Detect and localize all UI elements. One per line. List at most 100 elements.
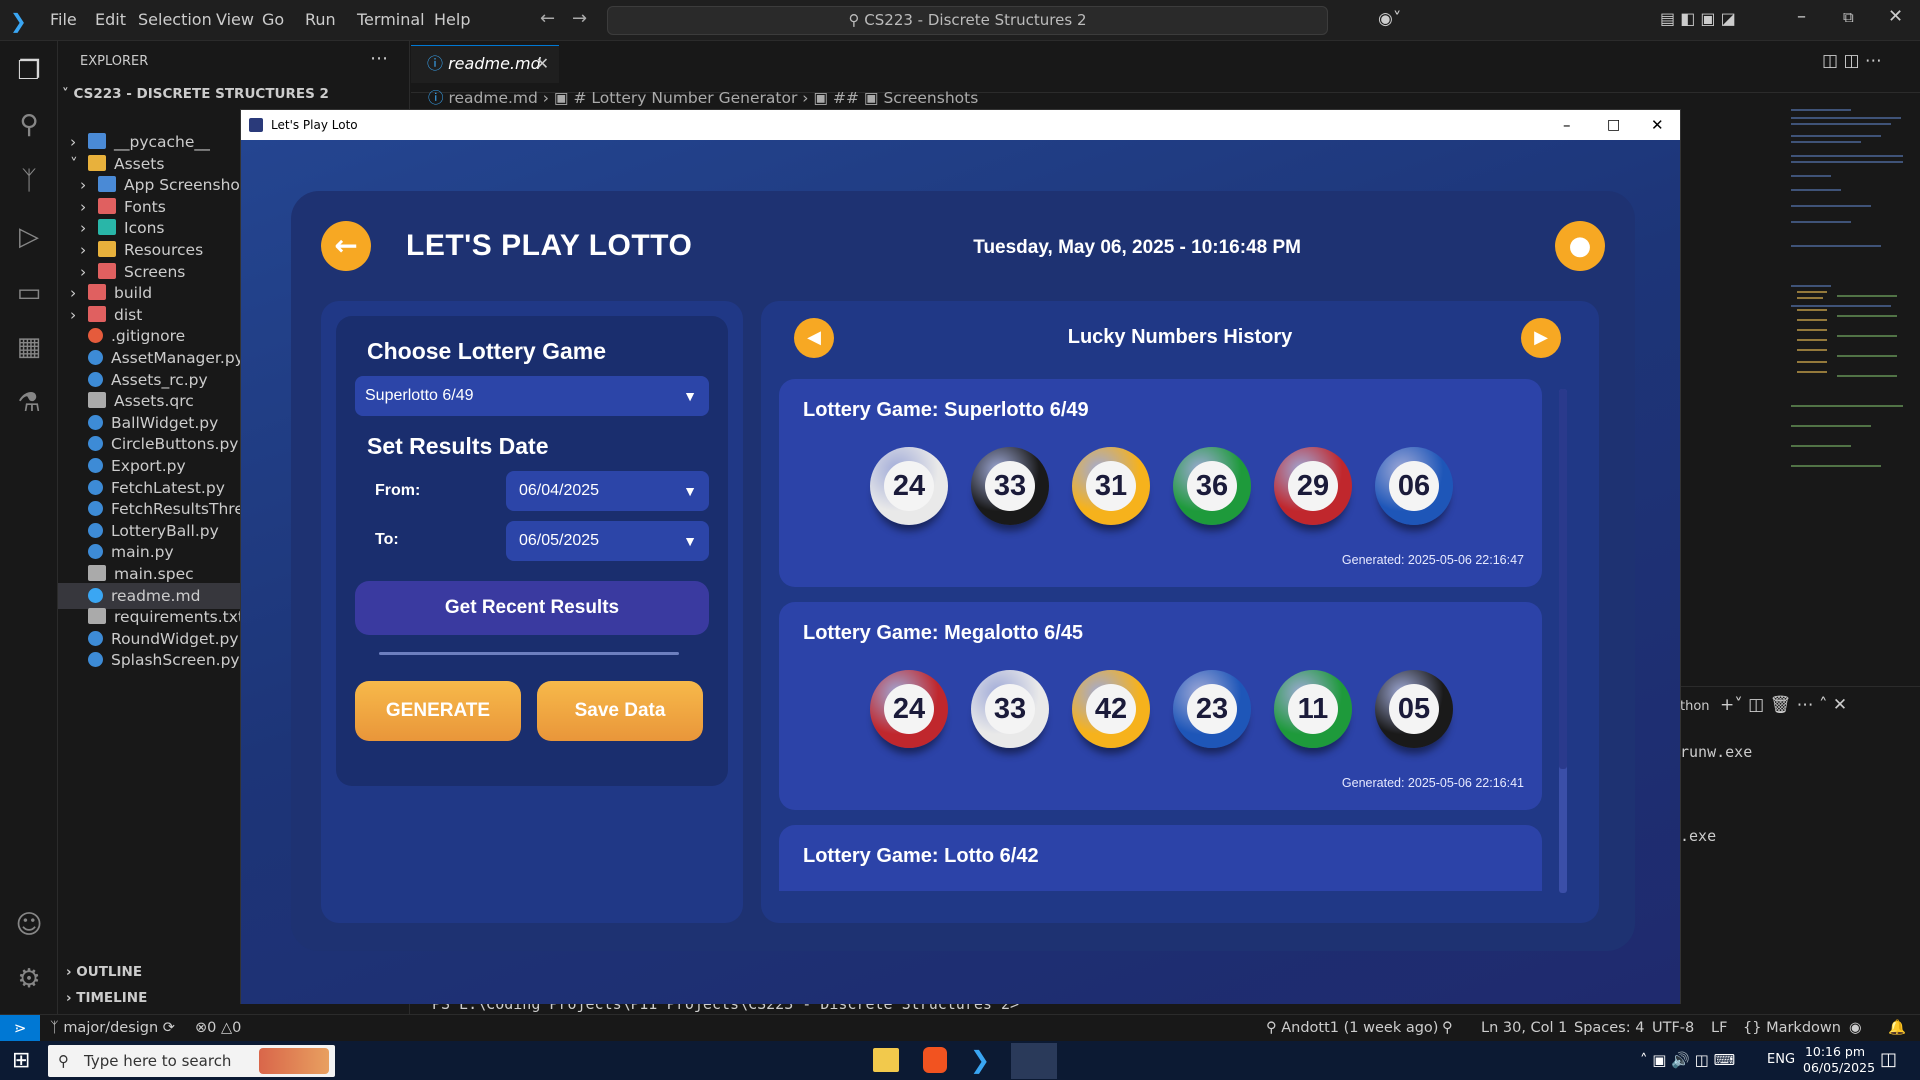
workspace-root[interactable]: ˅ CS223 - DISCRETE STRUCTURES 2 bbox=[62, 86, 329, 102]
file-tree-label: FetchResultsThre bbox=[111, 500, 244, 519]
windows-start-icon[interactable]: ⊞ bbox=[12, 1048, 30, 1073]
timeline-label: TIMELINE bbox=[76, 990, 148, 1006]
history-list[interactable]: Lottery Game: Superlotto 6/49 24 33 31 36 29 0… bbox=[779, 379, 1569, 891]
clock[interactable]: 10:16 pm 06/05/2025 bbox=[1803, 1044, 1875, 1076]
remote-explorer-icon[interactable]: ▭ bbox=[13, 277, 45, 309]
run-debug-icon[interactable]: ▷ bbox=[13, 221, 45, 253]
app-close-icon[interactable]: ✕ bbox=[1651, 110, 1664, 140]
file-explorer-icon[interactable] bbox=[873, 1048, 899, 1072]
generate-button[interactable]: GENERATE bbox=[355, 681, 521, 741]
language-indicator[interactable]: ENG bbox=[1767, 1052, 1795, 1067]
save-data-button[interactable]: Save Data bbox=[537, 681, 703, 741]
menu-item-run[interactable]: Run bbox=[305, 10, 336, 29]
outline-section[interactable]: › OUTLINE bbox=[66, 964, 142, 980]
minimap[interactable] bbox=[1787, 105, 1907, 485]
python-file-icon bbox=[88, 544, 103, 560]
breadcrumb-item[interactable]: readme.md bbox=[448, 89, 537, 107]
python-file-icon bbox=[88, 458, 103, 473]
tab-readme[interactable]: ⓘ readme.md ✕ bbox=[411, 45, 559, 83]
breadcrumb-item[interactable]: # Lottery Number Generator bbox=[573, 89, 797, 107]
app-body: ← LET'S PLAY LOTTO Tuesday, May 06, 2025… bbox=[241, 140, 1680, 1004]
file-tree-label: Assets.qrc bbox=[114, 392, 194, 411]
outline-label: OUTLINE bbox=[76, 964, 143, 980]
folder-icon bbox=[98, 219, 116, 236]
source-control-icon[interactable]: ᛉ bbox=[13, 165, 45, 197]
extensions-icon[interactable]: ▦ bbox=[13, 331, 45, 363]
copilot-icon[interactable]: ◉˅ bbox=[1378, 9, 1401, 29]
history-card-title: Lottery Game: Lotto 6/42 bbox=[803, 845, 1039, 867]
problems-indicator[interactable]: ⊗0 △0 bbox=[195, 1015, 241, 1042]
lottery-app-taskbar-icon[interactable] bbox=[1011, 1043, 1057, 1079]
python-file-icon bbox=[88, 652, 103, 668]
vscode-taskbar-icon[interactable]: ❯ bbox=[970, 1046, 990, 1074]
generated-timestamp: Generated: 2025-05-06 22:16:47 bbox=[1341, 553, 1524, 567]
restore-icon[interactable]: ⧉ bbox=[1843, 8, 1854, 26]
testing-icon[interactable]: ⚗ bbox=[13, 387, 45, 419]
lottery-ball-number: 33 bbox=[985, 461, 1035, 511]
breadcrumb-item[interactable]: Screenshots bbox=[883, 89, 978, 107]
app-maximize-icon[interactable]: □ bbox=[1607, 110, 1620, 140]
to-date-picker[interactable]: 06/05/2025 ▼ bbox=[506, 521, 709, 561]
indentation[interactable]: Spaces: 4 bbox=[1574, 1015, 1644, 1042]
layout-controls[interactable]: ▤ ◧ ▣ ◪ bbox=[1660, 9, 1736, 28]
language-mode[interactable]: {} Markdown bbox=[1743, 1015, 1841, 1042]
close-tab-icon[interactable]: ✕ bbox=[536, 46, 549, 82]
file-tree-label: Export.py bbox=[111, 457, 186, 475]
tray-icons[interactable]: ˄ ▣ 🔊 ◫ ⌨ bbox=[1640, 1051, 1735, 1069]
line-ending[interactable]: LF bbox=[1711, 1015, 1727, 1042]
encoding[interactable]: UTF-8 bbox=[1652, 1015, 1694, 1042]
back-arrow-icon[interactable]: ← bbox=[540, 8, 555, 29]
notifications-bell-icon[interactable]: 🔔 bbox=[1888, 1015, 1906, 1042]
menu-item-terminal[interactable]: Terminal bbox=[357, 10, 425, 29]
close-icon[interactable]: ✕ bbox=[1888, 6, 1903, 27]
file-tree-label: Icons bbox=[124, 219, 165, 238]
timeline-section[interactable]: › TIMELINE bbox=[66, 990, 147, 1006]
history-title: Lucky Numbers History bbox=[1067, 326, 1293, 348]
lottery-ball-number: 42 bbox=[1086, 684, 1136, 734]
search-icon[interactable]: ⚲ bbox=[13, 109, 45, 141]
menu-item-file[interactable]: File bbox=[50, 10, 77, 29]
taskbar-search[interactable]: ⚲ Type here to search bbox=[48, 1045, 335, 1077]
commit-icon: ⚲ bbox=[1266, 1020, 1282, 1036]
history-scrollbar-thumb[interactable] bbox=[1559, 389, 1567, 769]
minimize-icon[interactable]: – bbox=[1797, 6, 1806, 27]
git-blame[interactable]: ⚲ Andott1 (1 week ago) bbox=[1266, 1015, 1438, 1042]
more-actions-icon[interactable]: ⋯ bbox=[370, 48, 388, 69]
settings-gear-icon[interactable]: ⚙ bbox=[13, 963, 45, 995]
get-recent-results-button[interactable]: Get Recent Results bbox=[355, 581, 709, 635]
file-tree-label: LotteryBall.py bbox=[111, 521, 219, 540]
user-profile-button[interactable]: ● bbox=[1555, 221, 1605, 271]
history-card-title: Lottery Game: Superlotto 6/49 bbox=[803, 399, 1089, 421]
divider bbox=[379, 652, 679, 655]
menu-item-selection[interactable]: Selection bbox=[138, 10, 212, 29]
cursor-position[interactable]: Ln 30, Col 1 bbox=[1481, 1015, 1567, 1042]
command-center[interactable]: ⚲ CS223 - Discrete Structures 2 bbox=[607, 6, 1328, 35]
git-branch[interactable]: ᛉ major/design ⟳ bbox=[50, 1015, 175, 1042]
game-select[interactable]: Superlotto 6/49 ▼ bbox=[355, 376, 709, 416]
terminal-panel[interactable]: thon +˅ ◫ 🗑 ⋯ ˄ ✕ runw.exe .exe bbox=[1680, 686, 1920, 1016]
main-panel: ← LET'S PLAY LOTTO Tuesday, May 06, 2025… bbox=[291, 191, 1635, 951]
history-scrollbar-track[interactable] bbox=[1559, 389, 1567, 893]
notification-center-icon[interactable]: ◫ bbox=[1880, 1049, 1897, 1070]
copilot-status-icon[interactable]: ◉ bbox=[1849, 1015, 1862, 1042]
menu-item-edit[interactable]: Edit bbox=[95, 10, 126, 29]
terminal-actions[interactable]: +˅ ◫ 🗑 ⋯ ˄ ✕ bbox=[1720, 695, 1847, 715]
from-date-picker[interactable]: 06/04/2025 ▼ bbox=[506, 471, 709, 511]
menu-item-view[interactable]: View bbox=[216, 10, 254, 29]
menu-item-go[interactable]: Go bbox=[262, 10, 284, 29]
workspace-label: CS223 - DISCRETE STRUCTURES 2 bbox=[73, 86, 329, 102]
editor-actions[interactable]: ◫ ◫ ⋯ bbox=[1822, 51, 1882, 71]
vscode-titlebar: ❯ File Edit Selection View Go Run Terminal Help… bbox=[0, 0, 1920, 41]
to-label: To: bbox=[375, 531, 399, 548]
lottery-ball-number: 36 bbox=[1187, 461, 1237, 511]
explorer-icon[interactable]: ❐ bbox=[13, 55, 45, 87]
brave-browser-icon[interactable] bbox=[923, 1047, 947, 1073]
accounts-icon[interactable]: ☺ bbox=[13, 909, 45, 941]
breadcrumb-item[interactable]: ## bbox=[833, 89, 859, 107]
remote-indicator-icon[interactable]: ⋗ bbox=[0, 1015, 40, 1041]
zoom-icon[interactable]: ⚲ bbox=[1442, 1015, 1453, 1042]
forward-arrow-icon[interactable]: → bbox=[572, 8, 587, 29]
menu-item-help[interactable]: Help bbox=[434, 10, 470, 29]
app-minimize-icon[interactable]: – bbox=[1563, 110, 1571, 140]
history-next-button[interactable]: ▶ bbox=[1521, 318, 1561, 358]
